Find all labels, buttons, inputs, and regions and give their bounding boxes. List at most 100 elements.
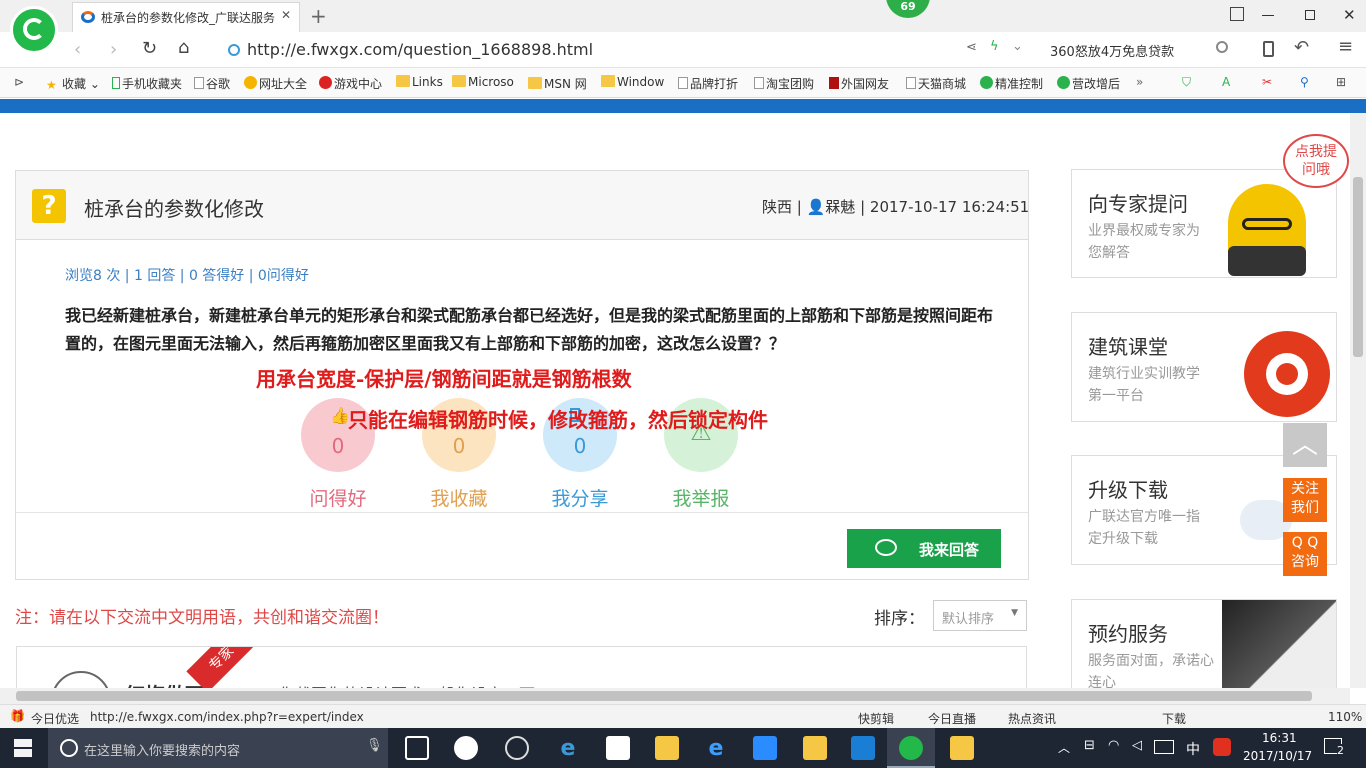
reload-icon[interactable]: ↻ [142,38,157,59]
plus-app-icon[interactable] [753,736,777,760]
back-to-top-button[interactable]: ︿ [1283,423,1327,467]
phone-icon[interactable] [1263,41,1274,57]
answer-button[interactable]: 我来回答 [847,529,1001,568]
taskbar: 在这里输入你要搜索的内容 🎙 e e ︿ ⊟ ◠ ◁ 中 16:31 2017/… [0,728,1366,768]
like-label[interactable]: 问得好 [288,484,388,511]
vertical-scrollbar[interactable] [1350,113,1366,688]
bookmark-item[interactable]: 游戏中心 [319,75,382,92]
glodon-app-icon[interactable] [851,736,875,760]
status-item[interactable]: 下载 [1162,710,1186,727]
forward-icon[interactable]: › [110,39,117,60]
ime-indicator[interactable]: 中 [1186,739,1200,759]
share-count: 0 [573,434,587,458]
folder-icon [528,77,542,89]
minimize-icon[interactable] [1262,15,1274,16]
h-scroll-thumb[interactable] [16,691,1312,701]
tab-active[interactable]: 桩承台的参数化修改_广联达服务 ✕ [72,2,300,32]
undo-icon[interactable]: ↶ [1294,37,1309,58]
magnifier-icon[interactable]: ⚲ [1300,75,1309,89]
report-label[interactable]: 我举报 [651,484,751,511]
restore-icon[interactable] [1305,10,1315,20]
tray-keyboard-icon[interactable] [1154,740,1174,754]
bookmark-item[interactable]: Window [601,75,664,89]
edge-icon[interactable]: e [556,736,580,761]
sidebar-card-ask-expert[interactable]: 向专家提问 业界最权威专家为您解答 [1071,169,1337,278]
pinwheel-app-icon[interactable] [454,736,478,760]
author-link[interactable]: 槑魅 [825,198,855,216]
bookmark-item[interactable]: 精准控制 [980,75,1043,92]
close-window-icon[interactable]: ✕ [1343,6,1356,24]
follow-us-button[interactable]: 关注我们 [1283,478,1327,522]
more-bookmarks-icon[interactable]: » [1136,75,1143,89]
search-icon[interactable] [1216,41,1228,53]
notification-badge[interactable]: 69 [886,0,930,18]
menu-icon[interactable]: ≡ [1338,36,1353,57]
sogou-icon[interactable] [1213,738,1231,756]
horizontal-scrollbar[interactable] [0,688,1350,704]
back-icon[interactable]: ‹ [74,39,81,60]
bookmark-item[interactable]: 淘宝团购 [754,75,814,92]
browser-taskbar-icon [899,736,923,760]
bookmark-item[interactable]: 谷歌 [194,75,230,92]
clock-time[interactable]: 16:31 [1262,731,1297,745]
sidebar-toggle-icon[interactable]: ⊳ [14,75,24,89]
new-tab-button[interactable]: + [310,4,327,28]
bookmark-item[interactable]: 手机收藏夹 [112,75,182,92]
browser-logo-icon[interactable] [10,6,58,54]
status-item[interactable]: 今日直播 [928,710,976,727]
store-icon[interactable] [606,736,630,760]
mic-icon[interactable]: 🎙 [366,738,383,753]
today-picks[interactable]: 今日优选 [31,710,79,727]
tray-chevron-icon[interactable]: ︿ [1058,739,1070,756]
sidebar-card-classroom[interactable]: 建筑课堂 建筑行业实训教学第一平台 [1071,312,1337,422]
qq-consult-button[interactable]: Q Q 咨询 [1283,532,1327,576]
status-item[interactable]: 热点资讯 [1008,710,1056,727]
home-icon[interactable]: ⌂ [178,37,189,58]
clock-date[interactable]: 2017/10/17 [1243,749,1312,763]
ask-bubble[interactable]: 点我提问哦 [1283,134,1349,188]
ie-icon[interactable]: e [704,736,728,761]
shield-icon[interactable]: ⛉ [1182,75,1191,90]
bookmarks-bar: ⊳ ★ 收藏 ⌄ 手机收藏夹 谷歌 网址大全 游戏中心 Links Microso… [0,68,1366,98]
annotation-text-2: 只能在编辑钢筋时候，修改箍筋，然后锁定构件 [348,408,768,432]
url-input[interactable]: http://e.fwxgx.com/question_1668898.html [247,40,593,59]
bookmark-item[interactable]: 营改增后 [1057,75,1120,92]
bookmark-item[interactable]: 品牌打折 [678,75,738,92]
bookmark-item[interactable]: 外国网友 [829,75,889,92]
file-explorer-icon[interactable] [655,736,679,760]
share-label[interactable]: 我分享 [530,484,630,511]
zoom-level[interactable]: 110% [1328,710,1362,724]
notes-app-icon[interactable] [803,736,827,760]
favorite-label[interactable]: 我收藏 [409,484,509,511]
bookmark-item[interactable]: Microso [452,75,514,89]
translate-icon[interactable]: A [1222,75,1230,89]
tab-close-icon[interactable]: ✕ [281,8,291,22]
flag-icon [829,77,839,89]
scroll-thumb[interactable] [1353,177,1363,357]
phone-bookmark-icon [112,77,120,89]
sort-select[interactable]: 默认排序 ▼ [933,600,1027,631]
help-app-icon[interactable] [950,736,974,760]
tray-network-icon[interactable]: ⊟ [1084,738,1095,753]
share-icon[interactable]: ⋖ [966,40,977,55]
taskbar-search-box[interactable]: 在这里输入你要搜索的内容 🎙 [48,728,388,768]
grid-icon[interactable]: ⊞ [1336,75,1346,89]
dropdown-icon[interactable]: ⌄ [1012,39,1023,54]
tray-volume-icon[interactable]: ◁ [1132,738,1142,753]
task-view-icon[interactable] [405,736,429,760]
bookmark-item[interactable]: ★ 收藏 ⌄ [46,75,100,92]
status-item[interactable]: 快剪辑 [858,710,894,727]
shirt-icon[interactable] [1230,7,1244,21]
app-g-icon[interactable] [505,736,529,760]
bookmark-item[interactable]: Links [396,75,443,89]
bookmark-item[interactable]: 网址大全 [244,75,307,92]
active-app-highlight[interactable] [887,728,935,768]
lightning-icon[interactable]: ϟ [990,39,999,54]
bookmark-item[interactable]: MSN 网 [528,75,587,92]
windows-start-icon[interactable] [14,739,32,757]
sidebar-card-appointment[interactable]: 预约服务 服务面对面，承诺心连心 [1071,599,1337,691]
promo-search-text[interactable]: 360怒放4万免息贷款 [1050,41,1174,60]
bookmark-item[interactable]: 天猫商城 [906,75,966,92]
tray-wifi-icon[interactable]: ◠ [1108,738,1119,753]
scissors-icon[interactable]: ✂ [1262,75,1272,89]
